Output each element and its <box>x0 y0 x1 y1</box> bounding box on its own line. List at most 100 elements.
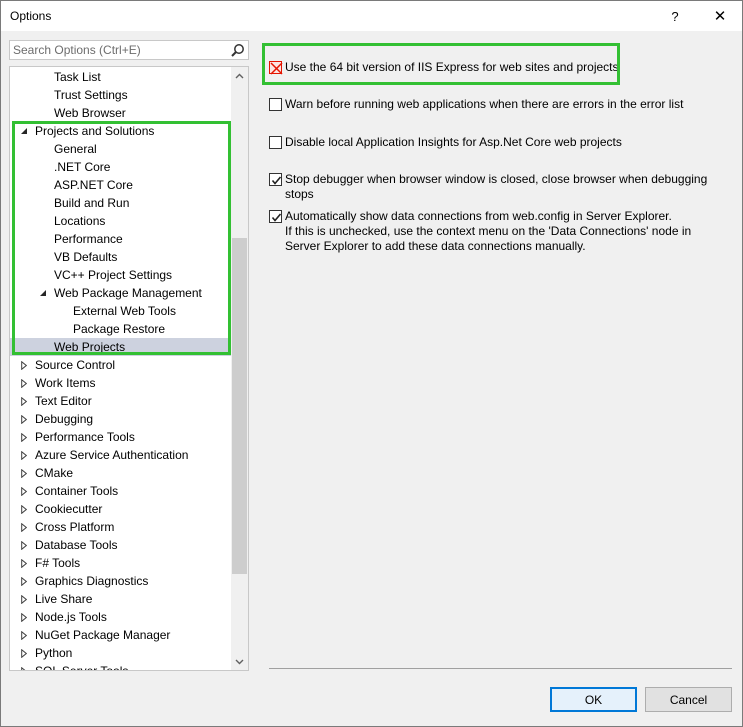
option-checkbox[interactable] <box>269 210 282 223</box>
tree-item-label: F# Tools <box>35 556 81 570</box>
collapsed-arrow-icon[interactable] <box>18 374 30 392</box>
tree-item[interactable]: Web Browser <box>10 104 232 122</box>
tree-item[interactable]: Graphics Diagnostics <box>10 572 232 590</box>
tree-item[interactable]: Performance <box>10 230 232 248</box>
collapsed-arrow-icon[interactable] <box>18 536 30 554</box>
expanded-arrow-icon[interactable] <box>18 122 30 140</box>
tree-item[interactable]: CMake <box>10 464 232 482</box>
tree-item[interactable]: Debugging <box>10 410 232 428</box>
option-label[interactable]: Warn before running web applications whe… <box>285 97 725 112</box>
tree-item[interactable]: Live Share <box>10 590 232 608</box>
option-label-main: Automatically show data connections from… <box>285 209 672 223</box>
tree-item-label: Source Control <box>35 358 116 372</box>
tree-item-label: Web Browser <box>54 106 126 120</box>
option-label[interactable]: Automatically show data connections from… <box>285 209 725 254</box>
tree-item-label: Package Restore <box>73 322 166 336</box>
collapsed-arrow-icon[interactable] <box>18 500 30 518</box>
tree-item[interactable]: Text Editor <box>10 392 232 410</box>
tree-items: Task List Trust Settings Web Browser Projec… <box>10 68 232 671</box>
tree-item-label: Locations <box>54 214 106 228</box>
collapsed-arrow-icon[interactable] <box>18 482 30 500</box>
tree-item[interactable]: External Web Tools <box>10 302 232 320</box>
tree-item[interactable]: Database Tools <box>10 536 232 554</box>
collapsed-arrow-icon[interactable] <box>18 356 30 374</box>
tree-item[interactable]: NuGet Package Manager <box>10 626 232 644</box>
option-checkbox[interactable] <box>269 61 283 75</box>
tree-item[interactable]: Source Control <box>10 356 232 374</box>
expanded-arrow-icon[interactable] <box>37 284 49 302</box>
tree-item[interactable]: VC++ Project Settings <box>10 266 232 284</box>
collapsed-arrow-icon[interactable] <box>18 572 30 590</box>
tree-item[interactable]: Work Items <box>10 374 232 392</box>
tree-item[interactable]: Python <box>10 644 232 662</box>
option-checkbox[interactable] <box>269 136 282 149</box>
help-button[interactable]: ? <box>653 1 697 31</box>
tree-item[interactable]: Task List <box>10 68 232 86</box>
tree-item[interactable]: Projects and Solutions <box>10 122 232 140</box>
tree-item[interactable]: Cookiecutter <box>10 500 232 518</box>
tree-item[interactable]: Build and Run <box>10 194 232 212</box>
tree-item[interactable]: SQL Server Tools <box>10 662 232 671</box>
tree-item-label: NuGet Package Manager <box>35 628 171 642</box>
tree-item[interactable]: Performance Tools <box>10 428 232 446</box>
tree-item[interactable]: ASP.NET Core <box>10 176 232 194</box>
error-x-icon <box>270 62 283 75</box>
tree-item-label: CMake <box>35 466 74 480</box>
tree-item-label: Web Package Management <box>54 286 202 300</box>
collapsed-arrow-icon[interactable] <box>18 590 30 608</box>
tree-item-label: SQL Server Tools <box>35 664 129 671</box>
tree-item-label: Web Projects <box>54 340 126 354</box>
option-label[interactable]: Disable local Application Insights for A… <box>285 135 725 150</box>
tree-item-label: General <box>54 142 97 156</box>
collapsed-arrow-icon[interactable] <box>18 644 30 662</box>
tree-item[interactable]: F# Tools <box>10 554 232 572</box>
tree-item[interactable]: Azure Service Authentication <box>10 446 232 464</box>
tree-item[interactable]: Container Tools <box>10 482 232 500</box>
collapsed-arrow-icon[interactable] <box>18 446 30 464</box>
chevron-down-icon[interactable] <box>231 653 248 670</box>
tree-item-label: Debugging <box>35 412 94 426</box>
tree-item[interactable]: Locations <box>10 212 232 230</box>
tree-item[interactable]: Web Package Management <box>10 284 232 302</box>
tree-item[interactable]: Web Projects <box>10 338 232 356</box>
tree-item[interactable]: .NET Core <box>10 158 232 176</box>
tree-item-label: Live Share <box>35 592 93 606</box>
tree-item[interactable]: Node.js Tools <box>10 608 232 626</box>
option-note: If this is unchecked, use the context me… <box>285 224 692 253</box>
collapsed-arrow-icon[interactable] <box>18 428 30 446</box>
tree-item-label: ASP.NET Core <box>54 178 133 192</box>
search-input[interactable] <box>13 42 223 58</box>
tree-item-label: Text Editor <box>35 394 92 408</box>
tree-item[interactable]: Cross Platform <box>10 518 232 536</box>
tree-item-label: Projects and Solutions <box>35 124 155 138</box>
tree-item-label: Node.js Tools <box>35 610 107 624</box>
tree-item[interactable]: VB Defaults <box>10 248 232 266</box>
option-checkbox[interactable] <box>269 98 282 111</box>
tree-item-label: Graphics Diagnostics <box>35 574 149 588</box>
collapsed-arrow-icon[interactable] <box>18 608 30 626</box>
tree-item[interactable]: General <box>10 140 232 158</box>
collapsed-arrow-icon[interactable] <box>18 554 30 572</box>
tree-item[interactable]: Package Restore <box>10 320 232 338</box>
option-label[interactable]: Use the 64 bit version of IIS Express fo… <box>285 60 725 75</box>
tree-item-label: VC++ Project Settings <box>54 268 173 282</box>
tree-item[interactable]: Trust Settings <box>10 86 232 104</box>
collapsed-arrow-icon[interactable] <box>18 410 30 428</box>
option-label[interactable]: Stop debugger when browser window is clo… <box>285 172 725 202</box>
scrollbar-thumb[interactable] <box>232 238 247 574</box>
search-box <box>9 40 249 60</box>
collapsed-arrow-icon[interactable] <box>18 392 30 410</box>
cancel-button[interactable]: Cancel <box>645 687 732 712</box>
chevron-up-icon[interactable] <box>231 67 248 84</box>
options-dialog: Options ? ✕ Task List Trust Settings Web B… <box>0 0 743 727</box>
collapsed-arrow-icon[interactable] <box>18 518 30 536</box>
search-icon[interactable] <box>230 43 245 58</box>
collapsed-arrow-icon[interactable] <box>18 464 30 482</box>
close-button[interactable]: ✕ <box>698 1 742 31</box>
collapsed-arrow-icon[interactable] <box>18 662 30 670</box>
ok-button[interactable]: OK <box>550 687 637 712</box>
option-checkbox[interactable] <box>269 173 282 186</box>
collapsed-arrow-icon[interactable] <box>18 626 30 644</box>
tree-scrollbar[interactable] <box>231 67 248 670</box>
tree-item-label: External Web Tools <box>73 304 176 318</box>
